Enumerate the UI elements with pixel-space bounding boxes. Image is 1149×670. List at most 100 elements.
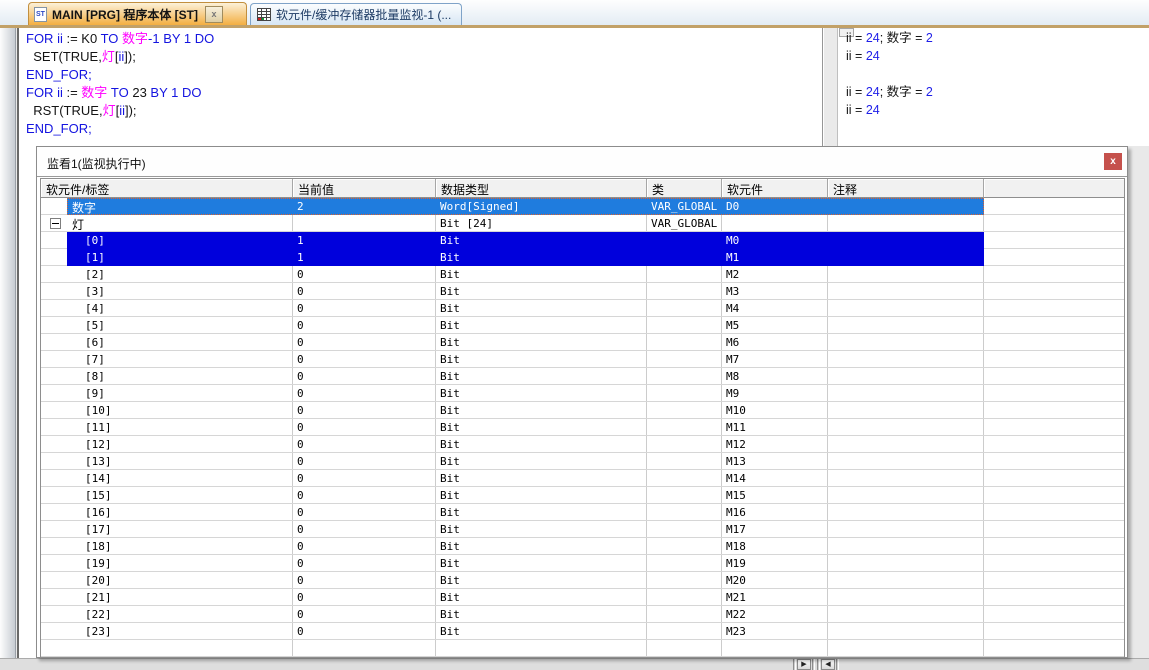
watch-row[interactable]: [9]0BitM9: [41, 385, 1124, 402]
cell-device: [722, 640, 828, 656]
watch-row[interactable]: [2]0BitM2: [41, 266, 1124, 283]
cell-label: [17]: [41, 521, 293, 537]
cell-label: [21]: [41, 589, 293, 605]
cell-device: M22: [722, 606, 828, 622]
code-line: FOR ii := 数字 TO 23 BY 1 DO: [26, 85, 201, 100]
cell-label: [7]: [41, 351, 293, 367]
column-header[interactable]: 当前值: [293, 179, 436, 198]
watch-row[interactable]: [1]1BitM1: [41, 249, 1124, 266]
editor-monitor-splitter[interactable]: [822, 28, 838, 146]
cell-class: [647, 334, 722, 350]
device-monitor-icon: [257, 8, 271, 21]
tab-close-icon[interactable]: x: [205, 6, 223, 23]
st-monitor-pane: ii = 24; 数字 = 2ii = 24ii = 24; 数字 = 2ii …: [838, 28, 1149, 146]
watch-row[interactable]: [41, 640, 1124, 657]
cell-class: [647, 453, 722, 469]
cell-data-type: Bit: [436, 623, 647, 639]
cell-class: [647, 538, 722, 554]
cell-comment: [828, 334, 984, 350]
column-header[interactable]: 注释: [828, 179, 984, 198]
watch-row[interactable]: [19]0BitM19: [41, 555, 1124, 572]
cell-data-type: Bit: [436, 589, 647, 605]
cell-filler: [984, 453, 1124, 469]
cell-label: [2]: [41, 266, 293, 282]
cell-class: [647, 368, 722, 384]
cell-filler: [984, 538, 1124, 554]
cell-data-type: Bit: [436, 351, 647, 367]
column-header[interactable]: 软元件/标签: [41, 179, 293, 198]
tab-main-label: MAIN [PRG] 程序本体 [ST]: [52, 6, 198, 23]
cell-filler: [984, 283, 1124, 299]
column-header[interactable]: 软元件: [722, 179, 828, 198]
watch-row[interactable]: [21]0BitM21: [41, 589, 1124, 606]
cell-class: VAR_GLOBAL: [647, 198, 722, 214]
watch-row[interactable]: [17]0BitM17: [41, 521, 1124, 538]
cell-comment: [828, 504, 984, 520]
watch-row[interactable]: [8]0BitM8: [41, 368, 1124, 385]
cell-filler: [984, 334, 1124, 350]
tab-main-prg-st[interactable]: ST MAIN [PRG] 程序本体 [ST] x: [28, 2, 247, 25]
watch-row[interactable]: [0]1BitM0: [41, 232, 1124, 249]
cell-data-type: Bit: [436, 436, 647, 452]
cell-class: [647, 623, 722, 639]
cell-data-type: Bit: [436, 283, 647, 299]
cell-filler: [984, 351, 1124, 367]
cell-comment: [828, 266, 984, 282]
watch-row[interactable]: [4]0BitM4: [41, 300, 1124, 317]
cell-data-type: Bit: [436, 555, 647, 571]
cell-device: M17: [722, 521, 828, 537]
cell-comment: [828, 215, 984, 231]
cell-device: M0: [722, 232, 828, 248]
watch-window-titlebar[interactable]: 监看1(监视执行中) x: [37, 147, 1127, 176]
cell-class: [647, 487, 722, 503]
left-arrow-icon[interactable]: ◀: [821, 659, 835, 670]
cell-comment: [828, 606, 984, 622]
tab-device-buffer-monitor[interactable]: 软元件/缓冲存储器批量监视-1 (...: [250, 3, 462, 25]
right-arrow-icon[interactable]: ▶: [797, 659, 811, 670]
cell-label: [1]: [41, 249, 293, 265]
watch-row[interactable]: [14]0BitM14: [41, 470, 1124, 487]
column-header[interactable]: 类: [647, 179, 722, 198]
watch-row[interactable]: 数字2Word[Signed]VAR_GLOBALD0: [41, 198, 1124, 215]
cell-label: [23]: [41, 623, 293, 639]
watch-row[interactable]: [18]0BitM18: [41, 538, 1124, 555]
watch-row[interactable]: [15]0BitM15: [41, 487, 1124, 504]
watch-row[interactable]: [12]0BitM12: [41, 436, 1124, 453]
cell-device: M6: [722, 334, 828, 350]
horizontal-scrollbar-strip: ▶ ◀: [0, 658, 1149, 670]
watch-row[interactable]: [23]0BitM23: [41, 623, 1124, 640]
close-icon[interactable]: x: [1104, 153, 1122, 170]
cell-current-value: 0: [293, 453, 436, 469]
code-line: SET(TRUE,灯[ii]);: [26, 49, 136, 64]
watch-row[interactable]: [16]0BitM16: [41, 504, 1124, 521]
watch-row[interactable]: 灯Bit [24]VAR_GLOBAL: [41, 215, 1124, 232]
watch-row[interactable]: [13]0BitM13: [41, 453, 1124, 470]
cell-class: [647, 504, 722, 520]
collapse-minus-icon[interactable]: [50, 218, 61, 229]
watch-row[interactable]: [20]0BitM20: [41, 572, 1124, 589]
cell-filler: [984, 232, 1124, 248]
cell-comment: [828, 555, 984, 571]
cell-class: [647, 521, 722, 537]
cell-filler: [984, 266, 1124, 282]
watch-row[interactable]: [22]0BitM22: [41, 606, 1124, 623]
cell-label: [5]: [41, 317, 293, 333]
cell-filler: [984, 436, 1124, 452]
cell-current-value: 0: [293, 368, 436, 384]
cell-comment: [828, 300, 984, 316]
cell-filler: [984, 470, 1124, 486]
cell-data-type: Bit: [436, 232, 647, 248]
cell-data-type: Bit: [436, 368, 647, 384]
cell-class: [647, 470, 722, 486]
cell-device: M13: [722, 453, 828, 469]
cell-filler: [984, 572, 1124, 588]
watch-row[interactable]: [10]0BitM10: [41, 402, 1124, 419]
column-header[interactable]: 数据类型: [436, 179, 647, 198]
watch-row[interactable]: [3]0BitM3: [41, 283, 1124, 300]
cell-data-type: Bit: [436, 317, 647, 333]
watch-row[interactable]: [5]0BitM5: [41, 317, 1124, 334]
watch-row[interactable]: [11]0BitM11: [41, 419, 1124, 436]
watch-row[interactable]: [6]0BitM6: [41, 334, 1124, 351]
cell-comment: [828, 453, 984, 469]
watch-row[interactable]: [7]0BitM7: [41, 351, 1124, 368]
